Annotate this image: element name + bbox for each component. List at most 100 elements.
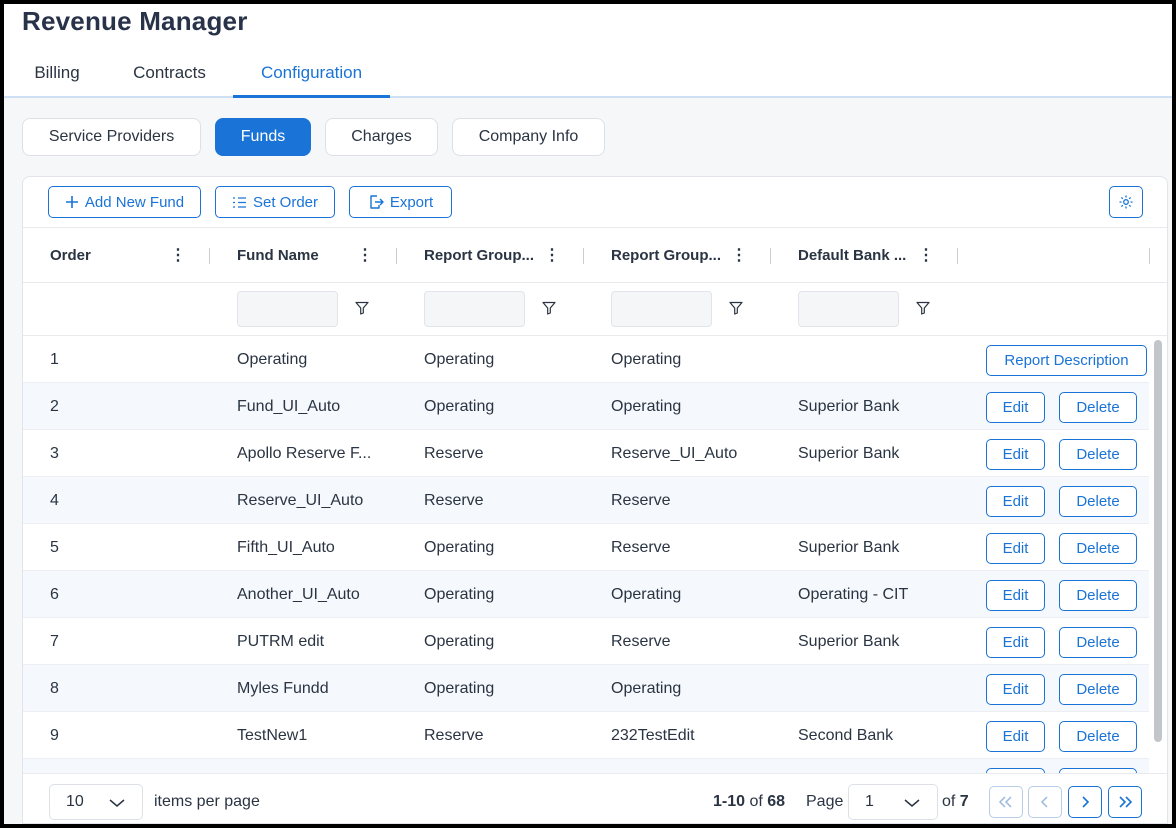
- column-separator[interactable]: [209, 248, 210, 264]
- column-menu-icon[interactable]: ⋮: [918, 228, 934, 284]
- edit-button[interactable]: Edit: [986, 533, 1045, 564]
- edit-button[interactable]: Edit: [986, 721, 1045, 752]
- tab-configuration[interactable]: Configuration: [233, 56, 390, 98]
- first-page-icon: [998, 796, 1012, 808]
- filter-icon[interactable]: [355, 301, 369, 315]
- grid-vertical-scrollbar[interactable]: [1151, 336, 1165, 773]
- chevron-down-icon: [109, 799, 125, 807]
- column-header-default-bank[interactable]: Default Bank ...: [798, 228, 906, 284]
- column-header-order[interactable]: Order: [50, 228, 91, 284]
- column-header-fund-name[interactable]: Fund Name: [237, 228, 319, 284]
- settings-gear-icon: [1119, 195, 1133, 209]
- default-bank-filter-input[interactable]: [798, 291, 899, 327]
- delete-button[interactable]: Delete: [1059, 721, 1137, 752]
- app-window: Revenue Manager Billing Contracts Config…: [4, 4, 1172, 824]
- delete-button[interactable]: Delete: [1059, 674, 1137, 705]
- last-page-button[interactable]: [1108, 786, 1142, 818]
- column-header-report-group-1[interactable]: Report Group...: [424, 228, 534, 284]
- order-cell: 7: [50, 633, 59, 650]
- default-bank-cell: Superior Bank: [798, 633, 900, 650]
- report-group-1-cell: Operating: [424, 680, 495, 697]
- delete-button[interactable]: Delete: [1059, 486, 1137, 517]
- order-cell: 3: [50, 445, 59, 462]
- edit-button[interactable]: Edit: [986, 580, 1045, 611]
- main-tab-bar: Billing Contracts Configuration: [4, 56, 1172, 98]
- subtab-company-info[interactable]: Company Info: [452, 118, 605, 156]
- report-group-1-cell: Operating: [424, 633, 495, 650]
- column-menu-icon[interactable]: ⋮: [170, 228, 186, 284]
- report-group-2-filter-input[interactable]: [611, 291, 712, 327]
- tab-billing[interactable]: Billing: [18, 56, 96, 98]
- edit-button[interactable]: Edit: [986, 674, 1045, 705]
- delete-button[interactable]: Delete: [1059, 627, 1137, 658]
- table-row: 8 Myles Fundd Operating Operating Edit D…: [23, 665, 1149, 712]
- edit-button[interactable]: Edit: [986, 439, 1045, 470]
- subtab-service-providers[interactable]: Service Providers: [22, 118, 201, 156]
- delete-button[interactable]: Delete: [1059, 392, 1137, 423]
- delete-button[interactable]: Delete: [1059, 439, 1137, 470]
- column-menu-icon[interactable]: ⋮: [544, 228, 560, 284]
- column-menu-icon[interactable]: ⋮: [731, 228, 747, 284]
- report-group-1-cell: Operating: [424, 351, 495, 368]
- pagination-range: 1-10: [713, 793, 746, 810]
- grid-settings-button[interactable]: [1109, 186, 1143, 218]
- fund-name-cell: Fund_UI_Auto: [237, 398, 341, 415]
- list-order-icon: [232, 196, 246, 208]
- next-page-button[interactable]: [1068, 786, 1102, 818]
- report-group-2-cell: Reserve: [611, 492, 671, 509]
- column-separator[interactable]: [957, 248, 958, 264]
- add-new-fund-button[interactable]: Add New Fund: [48, 186, 201, 218]
- edit-button[interactable]: Edit: [986, 627, 1045, 658]
- report-group-2-cell: Reserve: [611, 633, 671, 650]
- page-size-value: 10: [66, 793, 84, 810]
- previous-page-icon: [1040, 796, 1048, 808]
- page-label: Page: [806, 793, 844, 810]
- pagination-total: 68: [767, 793, 786, 810]
- report-description-button[interactable]: Report Description: [986, 345, 1147, 376]
- tab-contracts[interactable]: Contracts: [117, 56, 222, 98]
- order-cell: 8: [50, 680, 59, 697]
- delete-button[interactable]: Delete: [1059, 580, 1137, 611]
- subtab-funds[interactable]: Funds: [215, 118, 311, 156]
- next-page-icon: [1082, 796, 1090, 808]
- set-order-button[interactable]: Set Order: [215, 186, 335, 218]
- delete-button[interactable]: Delete: [1059, 533, 1137, 564]
- scrollbar-thumb[interactable]: [1154, 340, 1162, 742]
- filter-icon[interactable]: [916, 301, 930, 315]
- edit-button[interactable]: Edit: [986, 486, 1045, 517]
- total-pages: 7: [959, 793, 969, 810]
- export-icon: [370, 195, 384, 209]
- column-menu-icon[interactable]: ⋮: [357, 228, 373, 284]
- column-separator[interactable]: [583, 248, 584, 264]
- current-page-value: 1: [865, 793, 874, 810]
- table-row: 4 Reserve_UI_Auto Reserve Reserve Edit D…: [23, 477, 1149, 524]
- subtab-charges[interactable]: Charges: [325, 118, 438, 156]
- order-cell: 4: [50, 492, 59, 509]
- report-group-2-cell: Operating: [611, 680, 682, 697]
- export-button[interactable]: Export: [349, 186, 452, 218]
- current-page-select[interactable]: 1: [848, 784, 938, 820]
- export-label: Export: [389, 193, 434, 211]
- report-group-2-cell: Reserve_UI_Auto: [611, 445, 738, 462]
- pagination-range-summary: 1-10 of 68: [713, 784, 785, 820]
- filter-icon[interactable]: [542, 301, 556, 315]
- add-new-fund-label: Add New Fund: [84, 193, 185, 211]
- first-page-button[interactable]: [989, 786, 1023, 818]
- report-group-1-cell: Reserve: [424, 727, 484, 744]
- column-separator[interactable]: [770, 248, 771, 264]
- column-separator[interactable]: [1149, 248, 1150, 264]
- table-row: 9 TestNew1 Reserve 232TestEdit Second Ba…: [23, 712, 1149, 759]
- configuration-content: Service Providers Funds Charges Company …: [4, 98, 1172, 824]
- column-header-report-group-2[interactable]: Report Group...: [611, 228, 721, 284]
- fund-name-cell: Myles Fundd: [237, 680, 329, 697]
- filter-icon[interactable]: [729, 301, 743, 315]
- edit-button[interactable]: Edit: [986, 392, 1045, 423]
- total-pages-of-label: of: [942, 793, 956, 810]
- column-separator[interactable]: [396, 248, 397, 264]
- fund-name-filter-input[interactable]: [237, 291, 338, 327]
- page-size-select[interactable]: 10: [49, 784, 143, 820]
- previous-page-button[interactable]: [1028, 786, 1062, 818]
- report-group-1-cell: Reserve: [424, 445, 484, 462]
- grid-body: 1 Operating Operating Operating Report D…: [23, 336, 1167, 773]
- report-group-1-filter-input[interactable]: [424, 291, 525, 327]
